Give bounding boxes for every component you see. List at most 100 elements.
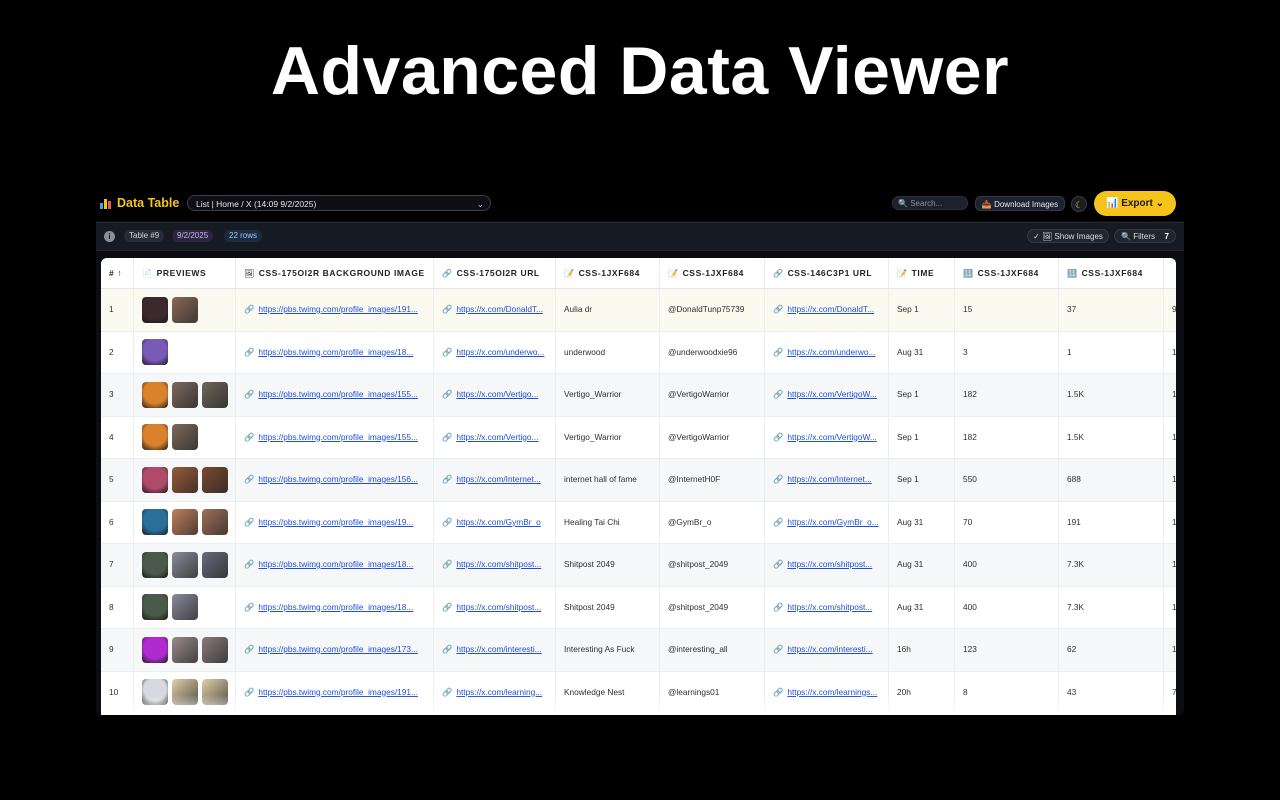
post-time: Aug 31 — [889, 501, 955, 543]
view-select-value: List | Home / X (14:09 9/2/2025) — [196, 199, 317, 209]
profile-url-link-cell: 🔗 https://x.com/shitpost... — [434, 544, 556, 586]
profile-url-link-cell: 🔗 https://x.com/Vertigo... — [434, 374, 556, 416]
preview-thumbnail[interactable] — [142, 381, 168, 408]
column-header[interactable]: 🔢 CSS-1JXF684 — [1059, 258, 1164, 288]
info-icon[interactable]: i — [104, 231, 115, 242]
preview-thumbnail[interactable] — [142, 466, 168, 493]
preview-thumbnail[interactable] — [142, 296, 168, 323]
download-images-button[interactable]: 📥 Download Images — [975, 196, 1065, 211]
export-button[interactable]: 📊 Export ⌄ — [1094, 191, 1176, 216]
table-row[interactable]: 6 🔗 https://pbs.twimg.com/profile_images/1… — [101, 501, 1176, 544]
preview-thumbnail[interactable] — [172, 509, 198, 536]
column-header-label: CSS-1JXF684 — [682, 268, 744, 278]
preview-thumbnail[interactable] — [142, 594, 168, 621]
preview-thumbnail[interactable] — [172, 466, 198, 493]
background-image-link[interactable]: https://pbs.twimg.com/profile_images/155… — [258, 389, 418, 399]
metric-value: 182 — [955, 416, 1059, 458]
user-handle: @InternetH0F — [660, 459, 765, 501]
column-header[interactable]: 🔗 CSS-175OI2R URL — [434, 258, 556, 288]
status-url-link[interactable]: https://x.com/underwo... — [787, 347, 875, 357]
preview-thumbnail[interactable] — [142, 636, 168, 663]
table-row[interactable]: 2 🔗 https://pbs.twimg.com/profile_images/1… — [101, 331, 1176, 374]
preview-thumbnail[interactable] — [172, 381, 198, 408]
preview-thumbnail[interactable] — [202, 551, 228, 578]
chevron-down-icon: ⌄ — [476, 199, 484, 209]
column-header[interactable]: 🖼 CSS-175OI2R BACKGROUND IMAGE — [236, 258, 434, 288]
user-handle: @DonaldTunp75739 — [660, 289, 765, 331]
show-images-toggle[interactable]: ✓ 🖼 Show Images — [1027, 229, 1109, 243]
table-row[interactable]: 9 🔗 https://pbs.twimg.com/profile_images/1… — [101, 629, 1176, 672]
link-icon: 🔗 — [773, 304, 784, 314]
profile-url-link-cell: 🔗 https://x.com/Vertigo... — [434, 416, 556, 458]
preview-thumbnail[interactable] — [202, 381, 228, 408]
preview-thumbnail[interactable] — [172, 296, 198, 323]
profile-url-link[interactable]: https://x.com/shitpost... — [456, 559, 541, 569]
profile-url-link[interactable]: https://x.com/DonaldT... — [456, 304, 543, 314]
preview-thumbnail[interactable] — [142, 509, 168, 536]
status-url-link[interactable]: https://x.com/DonaldT... — [787, 304, 874, 314]
status-url-link[interactable]: https://x.com/VertigoW... — [787, 432, 876, 442]
preview-thumbnail[interactable] — [202, 509, 228, 536]
profile-url-link[interactable]: https://x.com/shitpost... — [456, 602, 541, 612]
column-header[interactable]: 📝 TIME — [889, 258, 955, 288]
preview-thumbnail[interactable] — [142, 551, 168, 578]
row-number: 5 — [101, 459, 134, 501]
background-image-link[interactable]: https://pbs.twimg.com/profile_images/173… — [258, 644, 418, 654]
preview-thumbnail[interactable] — [142, 339, 168, 366]
search-placeholder: Search... — [910, 199, 943, 208]
background-image-link[interactable]: https://pbs.twimg.com/profile_images/155… — [258, 432, 418, 442]
profile-url-link[interactable]: https://x.com/Vertigo... — [456, 389, 538, 399]
profile-url-link[interactable]: https://x.com/Vertigo... — [456, 432, 538, 442]
user-handle: @shitpost_2049 — [660, 586, 765, 628]
column-header[interactable]: 📝 CSS-1JXF684 — [556, 258, 660, 288]
search-input[interactable]: 🔍 Search... — [892, 196, 968, 210]
preview-thumbnail[interactable] — [202, 466, 228, 493]
link-icon: 🔗 — [773, 346, 784, 357]
table-row[interactable]: 1 🔗 https://pbs.twimg.com/profile_images/1… — [101, 289, 1176, 332]
column-header[interactable]: # ↑ — [101, 258, 134, 288]
preview-thumbnail[interactable] — [172, 636, 198, 663]
status-url-link[interactable]: https://x.com/VertigoW... — [787, 389, 876, 399]
column-header[interactable]: 🔗 CSS-146C3P1 URL — [765, 258, 889, 288]
background-image-link[interactable]: https://pbs.twimg.com/profile_images/18.… — [258, 559, 413, 569]
background-image-link[interactable]: https://pbs.twimg.com/profile_images/18.… — [258, 347, 413, 357]
table-row[interactable]: 5 🔗 https://pbs.twimg.com/profile_images/1… — [101, 459, 1176, 502]
column-header-label: CSS-175OI2R BACKGROUND IMAGE — [258, 268, 425, 278]
profile-url-link[interactable]: https://x.com/GymBr_o — [456, 517, 540, 527]
link-icon: 🔗 — [442, 601, 453, 612]
metric-value: 1.5K — [1059, 416, 1164, 458]
preview-thumbnail[interactable] — [172, 551, 198, 578]
table-row[interactable]: 8 🔗 https://pbs.twimg.com/profile_images/1… — [101, 586, 1176, 629]
table-row[interactable]: 7 🔗 https://pbs.twimg.com/profile_images/1… — [101, 544, 1176, 587]
column-header[interactable]: 📝 CSS-1JXF684 — [660, 258, 765, 288]
link-icon: 🔗 — [442, 304, 453, 314]
table-row[interactable]: 4 🔗 https://pbs.twimg.com/profile_images/1… — [101, 416, 1176, 459]
status-url-link[interactable]: https://x.com/interesti... — [787, 644, 872, 654]
background-image-link[interactable]: https://pbs.twimg.com/profile_images/191… — [258, 304, 418, 314]
profile-url-link[interactable]: https://x.com/Internet... — [456, 474, 540, 484]
theme-toggle-button[interactable]: ☾ — [1071, 196, 1087, 212]
column-header[interactable]: 🔢 CSS-1JXF684 — [955, 258, 1059, 288]
preview-thumbnail[interactable] — [202, 636, 228, 663]
profile-url-link[interactable]: https://x.com/interesti... — [456, 644, 541, 654]
preview-thumbnail[interactable] — [172, 594, 198, 621]
row-number: 9 — [101, 629, 134, 671]
status-url-link[interactable]: https://x.com/Internet... — [787, 474, 871, 484]
display-name: Shitpost 2049 — [556, 586, 660, 628]
view-select[interactable]: List | Home / X (14:09 9/2/2025) ⌄ — [187, 195, 491, 211]
previews-cell — [134, 459, 236, 501]
filters-button[interactable]: 🔍 Filters 7 — [1114, 229, 1176, 243]
table-row[interactable]: 3 🔗 https://pbs.twimg.com/profile_images/1… — [101, 374, 1176, 417]
column-header[interactable] — [1164, 258, 1176, 288]
status-url-link[interactable]: https://x.com/shitpost... — [787, 559, 872, 569]
background-image-link[interactable]: https://pbs.twimg.com/profile_images/18.… — [258, 602, 413, 612]
profile-url-link[interactable]: https://x.com/underwo... — [456, 347, 544, 357]
background-image-link[interactable]: https://pbs.twimg.com/profile_images/156… — [258, 474, 418, 484]
metric-value: 1 — [1164, 629, 1176, 671]
column-header[interactable]: 📄 PREVIEWS — [134, 258, 236, 288]
status-url-link[interactable]: https://x.com/GymBr_o... — [787, 517, 878, 527]
preview-thumbnail[interactable] — [172, 424, 198, 451]
background-image-link[interactable]: https://pbs.twimg.com/profile_images/19.… — [258, 517, 413, 527]
preview-thumbnail[interactable] — [142, 424, 168, 451]
status-url-link[interactable]: https://x.com/shitpost... — [787, 602, 872, 612]
